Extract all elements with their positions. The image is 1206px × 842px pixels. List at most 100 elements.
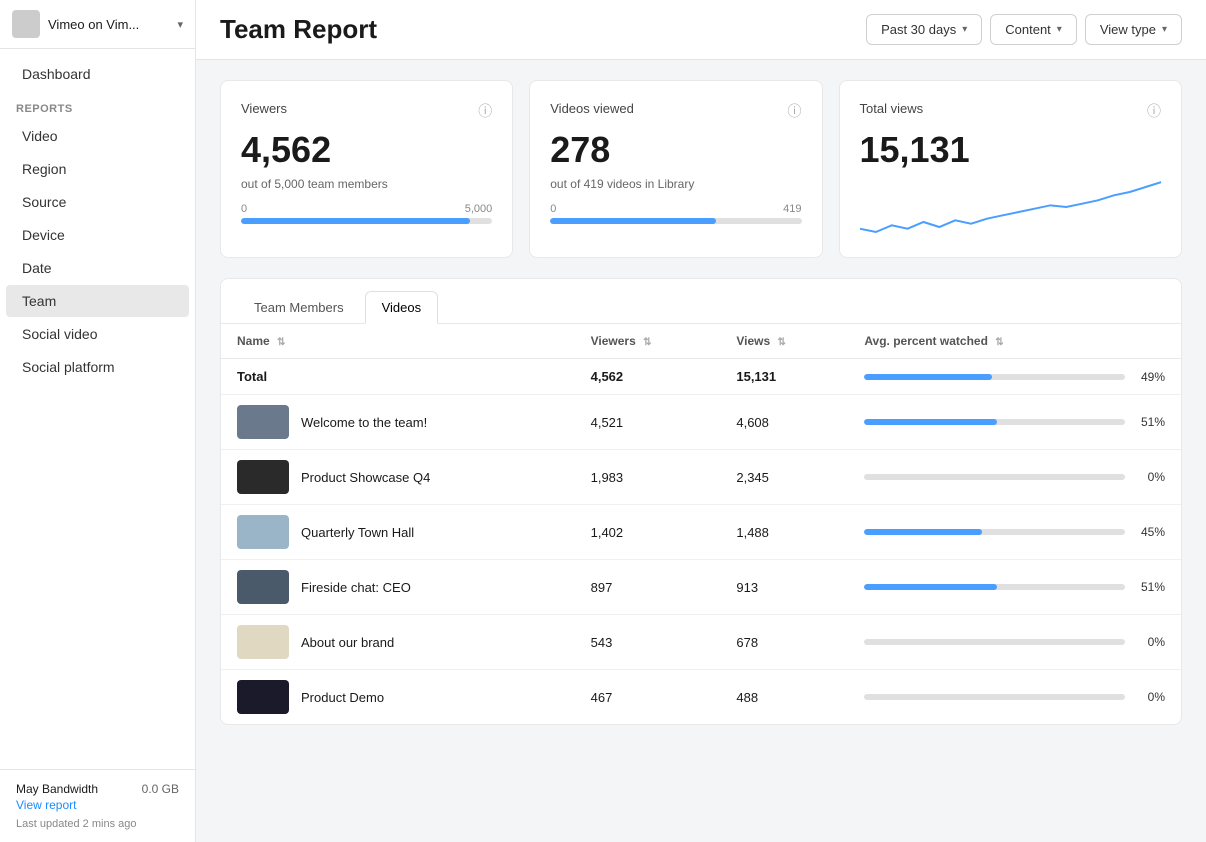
videos-viewed-label: Videos viewed <box>550 101 634 116</box>
videos-viewed-sublabel: out of 419 videos in Library <box>550 177 801 191</box>
viewers-bar: 0 5,000 <box>241 203 492 224</box>
view-report-link[interactable]: View report <box>16 798 76 812</box>
row-name: Fireside chat: CEO <box>221 560 575 615</box>
table-row: Product Showcase Q4 1,983 2,345 0% <box>221 450 1181 505</box>
video-thumbnail <box>237 570 289 604</box>
row-views: 678 <box>720 615 848 670</box>
videos-viewed-value: 278 <box>550 129 801 171</box>
row-name: Product Demo <box>221 670 575 725</box>
col-views-sort-icon: ⇅ <box>778 337 786 348</box>
workspace-icon <box>12 10 40 38</box>
row-viewers: 1,983 <box>575 450 721 505</box>
table-tabs: Team Members Videos <box>221 279 1181 324</box>
videos-viewed-info-icon[interactable]: ⓘ <box>788 101 802 121</box>
total-views-card: Total views ⓘ 15,131 <box>839 80 1183 258</box>
row-views: 1,488 <box>720 505 848 560</box>
header-actions: Past 30 days ▾ Content ▾ View type ▾ <box>866 14 1182 45</box>
row-name: Quarterly Town Hall <box>221 505 575 560</box>
sidebar-item-team[interactable]: Team <box>6 285 189 317</box>
main-content-area: Team Report Past 30 days ▾ Content ▾ Vie… <box>196 0 1206 842</box>
videos-viewed-bar: 0 419 <box>550 203 801 224</box>
row-avg-pct: 0% <box>848 670 1181 725</box>
row-name: Welcome to the team! <box>221 395 575 450</box>
total-viewers: 4,562 <box>575 359 721 395</box>
col-views[interactable]: Views ⇅ <box>720 324 848 359</box>
total-name: Total <box>221 359 575 395</box>
sidebar-item-video[interactable]: Video <box>6 120 189 152</box>
row-avg-pct: 51% <box>848 395 1181 450</box>
table-row: Fireside chat: CEO 897 913 51% <box>221 560 1181 615</box>
row-avg-pct: 45% <box>848 505 1181 560</box>
viewtype-chevron-icon: ▾ <box>1162 24 1167 35</box>
row-name: Product Showcase Q4 <box>221 450 575 505</box>
content-chevron-icon: ▾ <box>1057 24 1062 35</box>
table-row: Product Demo 467 488 0% <box>221 670 1181 725</box>
table-row-total: Total 4,562 15,131 49% <box>221 359 1181 395</box>
tab-team-members[interactable]: Team Members <box>237 291 361 324</box>
row-name: About our brand <box>221 615 575 670</box>
past30-button[interactable]: Past 30 days ▾ <box>866 14 982 45</box>
table-row: Welcome to the team! 4,521 4,608 51% <box>221 395 1181 450</box>
content-button[interactable]: Content ▾ <box>990 14 1077 45</box>
sidebar-item-social-video[interactable]: Social video <box>6 318 189 350</box>
bandwidth-value: 0.0 GB <box>142 782 179 796</box>
sidebar-nav: Dashboard REPORTS Video Region Source De… <box>0 49 195 769</box>
viewers-sublabel: out of 5,000 team members <box>241 177 492 191</box>
video-thumbnail <box>237 460 289 494</box>
row-viewers: 897 <box>575 560 721 615</box>
viewtype-button[interactable]: View type ▾ <box>1085 14 1182 45</box>
total-views-value: 15,131 <box>860 129 1162 171</box>
main-scrollable: Viewers ⓘ 4,562 out of 5,000 team member… <box>196 60 1206 842</box>
reports-section-label: REPORTS <box>0 91 195 119</box>
viewers-card: Viewers ⓘ 4,562 out of 5,000 team member… <box>220 80 513 258</box>
stats-row: Viewers ⓘ 4,562 out of 5,000 team member… <box>220 80 1182 258</box>
sparkline-chart <box>860 177 1162 237</box>
row-views: 488 <box>720 670 848 725</box>
workspace-selector[interactable]: Vimeo on Vim... ▾ <box>0 0 195 49</box>
col-name[interactable]: Name ⇅ <box>221 324 575 359</box>
col-avg-pct[interactable]: Avg. percent watched ⇅ <box>848 324 1181 359</box>
total-views: 15,131 <box>720 359 848 395</box>
last-updated: Last updated 2 mins ago <box>16 818 179 830</box>
sidebar-item-social-platform[interactable]: Social platform <box>6 351 189 383</box>
row-views: 913 <box>720 560 848 615</box>
table-row: Quarterly Town Hall 1,402 1,488 45% <box>221 505 1181 560</box>
workspace-name: Vimeo on Vim... <box>48 17 169 32</box>
sidebar: Vimeo on Vim... ▾ Dashboard REPORTS Vide… <box>0 0 196 842</box>
workspace-chevron-icon: ▾ <box>177 18 183 31</box>
past30-chevron-icon: ▾ <box>962 24 967 35</box>
row-viewers: 467 <box>575 670 721 725</box>
viewers-info-icon[interactable]: ⓘ <box>478 101 492 121</box>
col-viewers-sort-icon: ⇅ <box>643 337 651 348</box>
video-thumbnail <box>237 405 289 439</box>
videos-viewed-card: Videos viewed ⓘ 278 out of 419 videos in… <box>529 80 822 258</box>
sidebar-item-region[interactable]: Region <box>6 153 189 185</box>
col-avg-sort-icon: ⇅ <box>995 337 1003 348</box>
row-viewers: 543 <box>575 615 721 670</box>
total-views-label: Total views <box>860 101 924 116</box>
sidebar-footer: May Bandwidth 0.0 GB View report Last up… <box>0 769 195 842</box>
bandwidth-label: May Bandwidth <box>16 782 98 796</box>
page-title: Team Report <box>220 14 377 45</box>
tab-videos[interactable]: Videos <box>365 291 439 324</box>
video-thumbnail <box>237 515 289 549</box>
main-header: Team Report Past 30 days ▾ Content ▾ Vie… <box>196 0 1206 60</box>
row-avg-pct: 51% <box>848 560 1181 615</box>
sparkline-svg <box>860 177 1162 237</box>
row-views: 4,608 <box>720 395 848 450</box>
row-views: 2,345 <box>720 450 848 505</box>
table-row: About our brand 543 678 0% <box>221 615 1181 670</box>
sidebar-item-date[interactable]: Date <box>6 252 189 284</box>
viewers-label: Viewers <box>241 101 287 116</box>
total-views-info-icon[interactable]: ⓘ <box>1147 101 1161 121</box>
sidebar-item-device[interactable]: Device <box>6 219 189 251</box>
row-avg-pct: 0% <box>848 450 1181 505</box>
col-viewers[interactable]: Viewers ⇅ <box>575 324 721 359</box>
row-avg-pct: 0% <box>848 615 1181 670</box>
sidebar-item-dashboard[interactable]: Dashboard <box>6 58 189 90</box>
sidebar-item-source[interactable]: Source <box>6 186 189 218</box>
viewers-value: 4,562 <box>241 129 492 171</box>
row-viewers: 1,402 <box>575 505 721 560</box>
total-avg-pct: 49% <box>848 359 1181 395</box>
video-thumbnail <box>237 680 289 714</box>
